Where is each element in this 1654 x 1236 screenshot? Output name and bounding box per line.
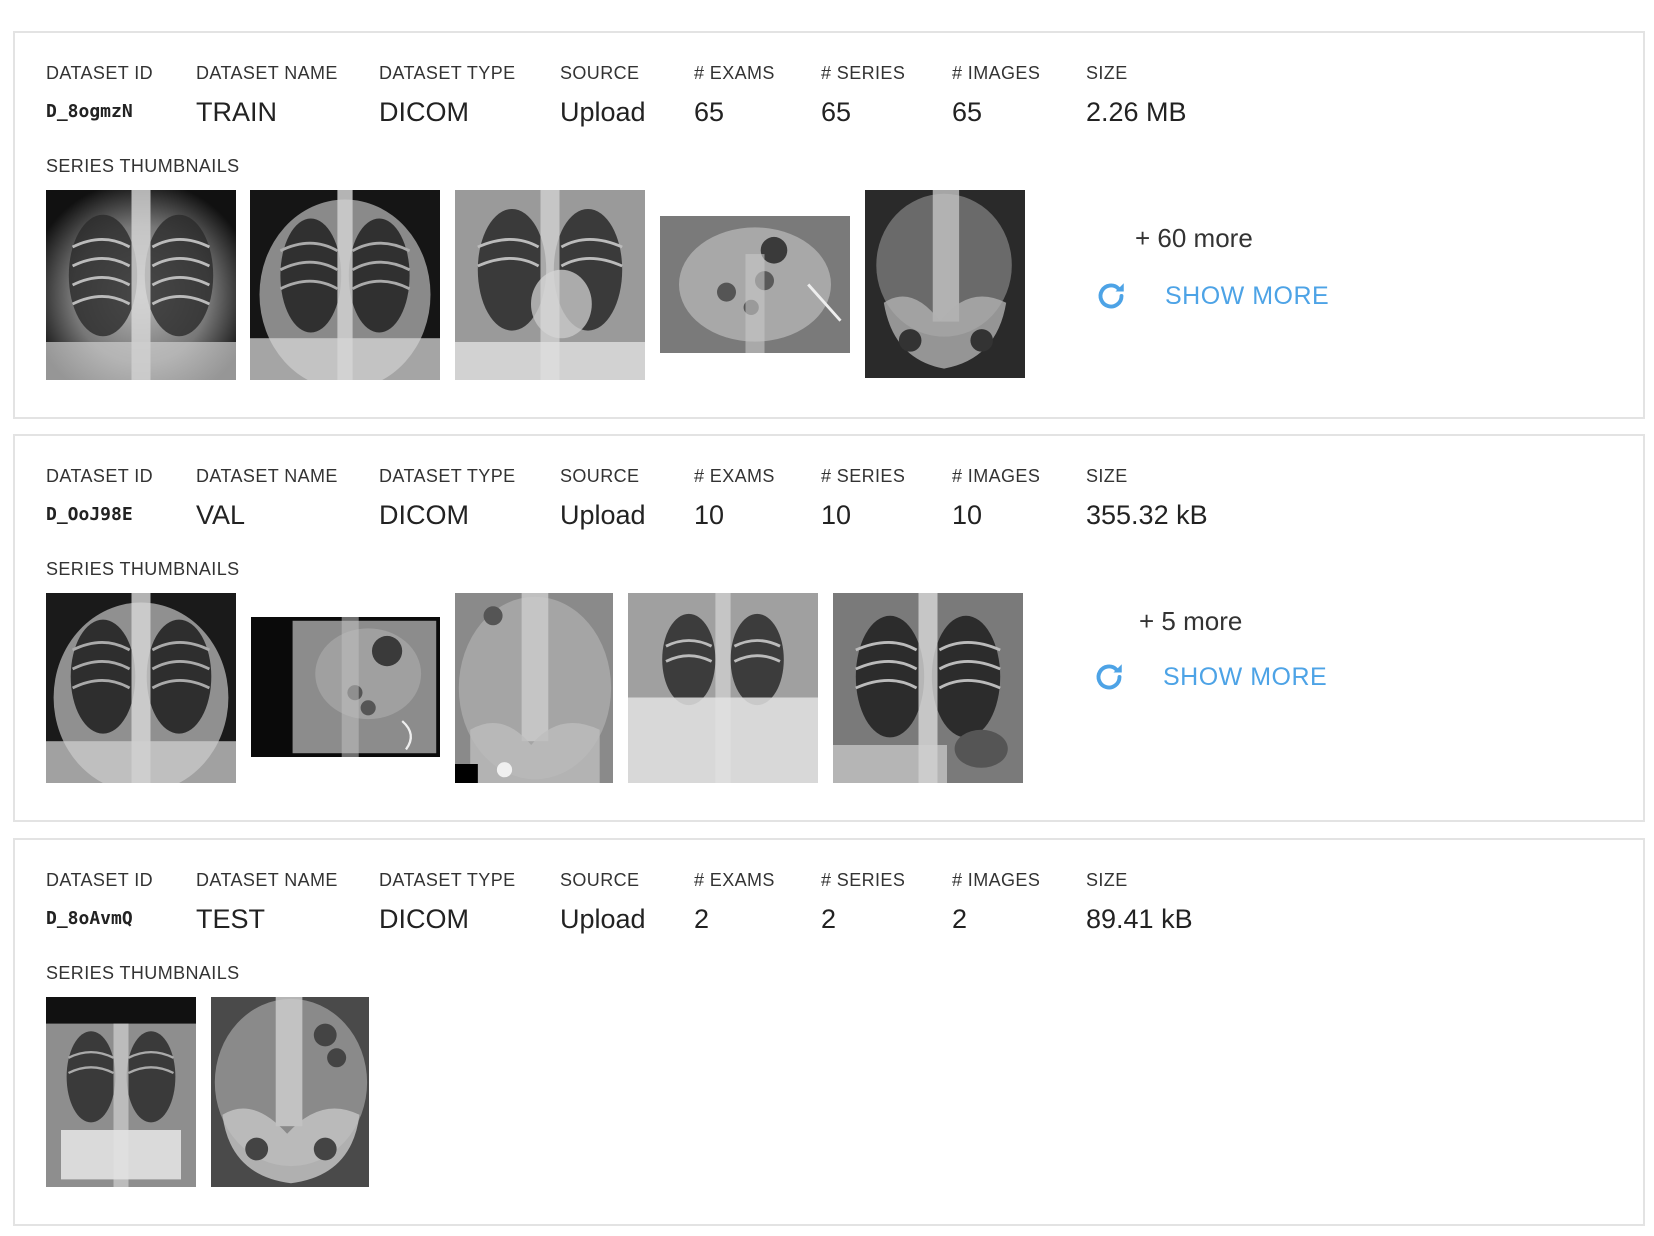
series-thumbnail-chest-xray[interactable] <box>628 593 818 783</box>
refresh-icon <box>1096 664 1122 690</box>
source-value: Upload <box>560 97 646 127</box>
show-more-label: SHOW MORE <box>1165 281 1330 310</box>
dataset-id-value: D_8oAvmQ <box>46 908 133 929</box>
series-thumbnail-chest-xray[interactable] <box>46 593 236 783</box>
dataset-id-header: DATASET ID <box>46 466 154 486</box>
refresh-icon <box>1098 283 1124 309</box>
dataset-name-header: DATASET NAME <box>196 870 338 890</box>
series-thumbnail-chest-xray[interactable] <box>833 593 1023 783</box>
series-header: # SERIES <box>821 466 906 486</box>
size-header: SIZE <box>1086 870 1128 890</box>
show-more-button[interactable]: SHOW MORE <box>1091 659 1327 695</box>
series-value: 10 <box>821 500 852 530</box>
images-header: # IMAGES <box>952 63 1041 83</box>
exams-value: 2 <box>694 904 710 934</box>
source-value: Upload <box>560 904 646 934</box>
dataset-type-value: DICOM <box>379 97 469 127</box>
dataset-type-header: DATASET TYPE <box>379 870 516 890</box>
series-thumbnail-pelvis-xray[interactable] <box>865 190 1025 378</box>
dataset-type-header: DATASET TYPE <box>379 466 516 486</box>
dataset-type-value: DICOM <box>379 904 469 934</box>
exams-header: # EXAMS <box>694 466 775 486</box>
series-thumbnail-pelvis-xray[interactable] <box>211 997 369 1187</box>
size-value: 2.26 MB <box>1086 97 1187 127</box>
more-series-count: + 60 more <box>1135 223 1253 253</box>
images-header: # IMAGES <box>952 466 1041 486</box>
dataset-id-value: D_OoJ98E <box>46 504 133 525</box>
size-header: SIZE <box>1086 63 1128 83</box>
series-thumbnail-chest-xray[interactable] <box>46 997 196 1187</box>
exams-value: 65 <box>694 97 725 127</box>
source-header: SOURCE <box>560 63 640 83</box>
dataset-id-header: DATASET ID <box>46 63 154 83</box>
dataset-id-header: DATASET ID <box>46 870 154 890</box>
source-header: SOURCE <box>560 870 640 890</box>
source-value: Upload <box>560 500 646 530</box>
dataset-card-train: DATASET ID DATASET NAME DATASET TYPE SOU… <box>13 31 1645 419</box>
dataset-card-val: DATASET ID DATASET NAME DATASET TYPE SOU… <box>13 434 1645 822</box>
exams-header: # EXAMS <box>694 63 775 83</box>
series-thumbnails-label: SERIES THUMBNAILS <box>46 156 240 176</box>
images-value: 2 <box>952 904 968 934</box>
series-thumbnails-label: SERIES THUMBNAILS <box>46 559 240 579</box>
images-header: # IMAGES <box>952 870 1041 890</box>
dataset-id-value: D_8ogmzN <box>46 101 133 122</box>
exams-value: 10 <box>694 500 725 530</box>
dataset-type-header: DATASET TYPE <box>379 63 516 83</box>
exams-header: # EXAMS <box>694 870 775 890</box>
series-thumbnail-spine-xray[interactable] <box>455 593 613 783</box>
source-header: SOURCE <box>560 466 640 486</box>
show-more-button[interactable]: SHOW MORE <box>1093 278 1329 314</box>
images-value: 10 <box>952 500 983 530</box>
series-thumbnail-chest-xray[interactable] <box>455 190 645 380</box>
series-thumbnail-chest-xray[interactable] <box>250 190 440 380</box>
series-thumbnails-label: SERIES THUMBNAILS <box>46 963 240 983</box>
series-header: # SERIES <box>821 63 906 83</box>
dataset-name-value: VAL <box>196 500 246 530</box>
series-thumbnail-chest-xray[interactable] <box>46 190 236 380</box>
size-header: SIZE <box>1086 466 1128 486</box>
more-series-count: + 5 more <box>1139 606 1243 636</box>
size-value: 355.32 kB <box>1086 500 1208 530</box>
dataset-name-value: TRAIN <box>196 97 277 127</box>
series-thumbnail-abdomen-xray[interactable] <box>251 617 440 757</box>
series-value: 65 <box>821 97 852 127</box>
dataset-card-test: DATASET ID DATASET NAME DATASET TYPE SOU… <box>13 838 1645 1226</box>
dataset-name-header: DATASET NAME <box>196 466 338 486</box>
series-value: 2 <box>821 904 837 934</box>
dataset-name-value: TEST <box>196 904 266 934</box>
series-header: # SERIES <box>821 870 906 890</box>
series-thumbnail-abdomen-xray[interactable] <box>660 216 850 353</box>
images-value: 65 <box>952 97 983 127</box>
dataset-type-value: DICOM <box>379 500 469 530</box>
dataset-name-header: DATASET NAME <box>196 63 338 83</box>
size-value: 89.41 kB <box>1086 904 1193 934</box>
show-more-label: SHOW MORE <box>1163 662 1328 691</box>
